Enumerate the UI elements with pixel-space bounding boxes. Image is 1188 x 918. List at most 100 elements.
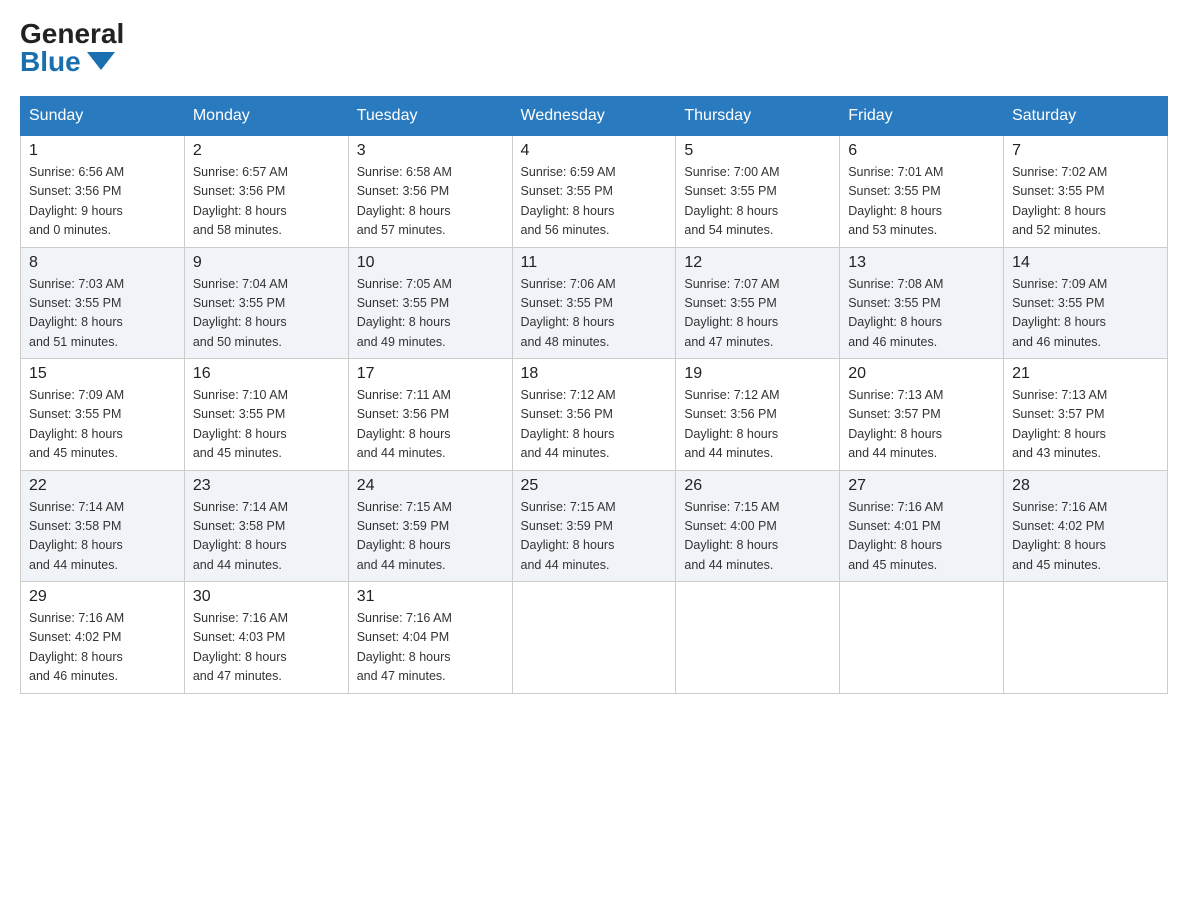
day-info: Sunrise: 7:12 AMSunset: 3:56 PMDaylight:… [684,386,831,464]
calendar-cell: 20Sunrise: 7:13 AMSunset: 3:57 PMDayligh… [840,359,1004,471]
calendar-cell: 8 Sunrise: 7:03 AMSunset: 3:55 PMDaylight… [21,247,185,359]
day-info: Sunrise: 7:16 AMSunset: 4:02 PMDaylight:… [29,609,176,687]
page-header: General Blue [20,20,1168,76]
calendar-week-row: 29 Sunrise: 7:16 AMSunset: 4:02 PMDayligh… [21,582,1168,694]
day-number: 31 [357,588,504,606]
day-info: Sunrise: 7:03 AMSunset: 3:55 PMDaylight:… [29,275,176,353]
calendar-week-row: 15 Sunrise: 7:09 AMSunset: 3:55 PMDayligh… [21,359,1168,471]
day-info: Sunrise: 7:14 AMSunset: 3:58 PMDaylight:… [29,498,176,576]
logo-triangle-icon [87,52,115,70]
calendar-cell: 23Sunrise: 7:14 AMSunset: 3:58 PMDayligh… [184,470,348,582]
day-info: Sunrise: 7:04 AMSunset: 3:55 PMDaylight:… [193,275,340,353]
calendar-cell: 3 Sunrise: 6:58 AMSunset: 3:56 PMDaylight… [348,136,512,248]
day-info: Sunrise: 6:59 AMSunset: 3:55 PMDaylight:… [521,163,668,241]
day-info: Sunrise: 7:13 AMSunset: 3:57 PMDaylight:… [848,386,995,464]
day-info: Sunrise: 7:14 AMSunset: 3:58 PMDaylight:… [193,498,340,576]
calendar-cell: 21Sunrise: 7:13 AMSunset: 3:57 PMDayligh… [1004,359,1168,471]
day-info: Sunrise: 7:00 AMSunset: 3:55 PMDaylight:… [684,163,831,241]
calendar-cell: 24 Sunrise: 7:15 AMSunset: 3:59 PMDayligh… [348,470,512,582]
calendar-cell [840,582,1004,694]
column-header-sunday: Sunday [21,97,185,136]
calendar-cell: 4 Sunrise: 6:59 AMSunset: 3:55 PMDaylight… [512,136,676,248]
calendar-week-row: 1Sunrise: 6:56 AMSunset: 3:56 PMDaylight… [21,136,1168,248]
calendar-cell: 11 Sunrise: 7:06 AMSunset: 3:55 PMDayligh… [512,247,676,359]
column-header-thursday: Thursday [676,97,840,136]
column-header-wednesday: Wednesday [512,97,676,136]
calendar-cell: 19Sunrise: 7:12 AMSunset: 3:56 PMDayligh… [676,359,840,471]
calendar-cell: 27 Sunrise: 7:16 AMSunset: 4:01 PMDayligh… [840,470,1004,582]
day-number: 7 [1012,142,1159,160]
day-number: 11 [521,254,668,272]
day-info: Sunrise: 7:09 AMSunset: 3:55 PMDaylight:… [1012,275,1159,353]
calendar-cell: 14 Sunrise: 7:09 AMSunset: 3:55 PMDayligh… [1004,247,1168,359]
day-info: Sunrise: 7:16 AMSunset: 4:04 PMDaylight:… [357,609,504,687]
day-number: 18 [521,365,668,383]
calendar-cell: 25 Sunrise: 7:15 AMSunset: 3:59 PMDayligh… [512,470,676,582]
calendar-cell: 2 Sunrise: 6:57 AMSunset: 3:56 PMDaylight… [184,136,348,248]
day-info: Sunrise: 7:16 AMSunset: 4:02 PMDaylight:… [1012,498,1159,576]
day-info: Sunrise: 7:01 AMSunset: 3:55 PMDaylight:… [848,163,995,241]
day-info: Sunrise: 7:06 AMSunset: 3:55 PMDaylight:… [521,275,668,353]
calendar-cell [676,582,840,694]
column-header-tuesday: Tuesday [348,97,512,136]
day-number: 2 [193,142,340,160]
calendar-cell: 1Sunrise: 6:56 AMSunset: 3:56 PMDaylight… [21,136,185,248]
day-number: 4 [521,142,668,160]
calendar-week-row: 22 Sunrise: 7:14 AMSunset: 3:58 PMDayligh… [21,470,1168,582]
calendar-cell: 6Sunrise: 7:01 AMSunset: 3:55 PMDaylight… [840,136,1004,248]
day-number: 28 [1012,477,1159,495]
calendar-cell: 7 Sunrise: 7:02 AMSunset: 3:55 PMDaylight… [1004,136,1168,248]
day-number: 26 [684,477,831,495]
day-number: 15 [29,365,176,383]
calendar-cell: 29 Sunrise: 7:16 AMSunset: 4:02 PMDayligh… [21,582,185,694]
day-info: Sunrise: 7:16 AMSunset: 4:03 PMDaylight:… [193,609,340,687]
calendar-cell: 30 Sunrise: 7:16 AMSunset: 4:03 PMDayligh… [184,582,348,694]
calendar-cell: 31 Sunrise: 7:16 AMSunset: 4:04 PMDayligh… [348,582,512,694]
day-info: Sunrise: 7:12 AMSunset: 3:56 PMDaylight:… [521,386,668,464]
logo: General Blue [20,20,124,76]
day-info: Sunrise: 7:13 AMSunset: 3:57 PMDaylight:… [1012,386,1159,464]
column-header-monday: Monday [184,97,348,136]
calendar-cell: 9 Sunrise: 7:04 AMSunset: 3:55 PMDaylight… [184,247,348,359]
day-info: Sunrise: 7:08 AMSunset: 3:55 PMDaylight:… [848,275,995,353]
calendar-cell [1004,582,1168,694]
day-info: Sunrise: 6:58 AMSunset: 3:56 PMDaylight:… [357,163,504,241]
day-number: 8 [29,254,176,272]
day-info: Sunrise: 7:09 AMSunset: 3:55 PMDaylight:… [29,386,176,464]
day-info: Sunrise: 7:05 AMSunset: 3:55 PMDaylight:… [357,275,504,353]
day-number: 25 [521,477,668,495]
calendar-cell: 10 Sunrise: 7:05 AMSunset: 3:55 PMDayligh… [348,247,512,359]
day-number: 12 [684,254,831,272]
day-number: 24 [357,477,504,495]
day-info: Sunrise: 7:10 AMSunset: 3:55 PMDaylight:… [193,386,340,464]
calendar-cell: 12Sunrise: 7:07 AMSunset: 3:55 PMDayligh… [676,247,840,359]
calendar-table: SundayMondayTuesdayWednesdayThursdayFrid… [20,96,1168,694]
calendar-cell: 16 Sunrise: 7:10 AMSunset: 3:55 PMDayligh… [184,359,348,471]
day-number: 22 [29,477,176,495]
day-number: 30 [193,588,340,606]
column-header-saturday: Saturday [1004,97,1168,136]
calendar-week-row: 8 Sunrise: 7:03 AMSunset: 3:55 PMDaylight… [21,247,1168,359]
day-number: 27 [848,477,995,495]
column-header-friday: Friday [840,97,1004,136]
day-number: 9 [193,254,340,272]
day-info: Sunrise: 7:15 AMSunset: 3:59 PMDaylight:… [521,498,668,576]
day-number: 16 [193,365,340,383]
day-number: 14 [1012,254,1159,272]
day-number: 10 [357,254,504,272]
day-info: Sunrise: 7:02 AMSunset: 3:55 PMDaylight:… [1012,163,1159,241]
calendar-cell: 17Sunrise: 7:11 AMSunset: 3:56 PMDayligh… [348,359,512,471]
day-info: Sunrise: 6:57 AMSunset: 3:56 PMDaylight:… [193,163,340,241]
day-number: 29 [29,588,176,606]
calendar-cell: 13Sunrise: 7:08 AMSunset: 3:55 PMDayligh… [840,247,1004,359]
day-number: 5 [684,142,831,160]
calendar-cell: 22 Sunrise: 7:14 AMSunset: 3:58 PMDayligh… [21,470,185,582]
day-info: Sunrise: 7:15 AMSunset: 3:59 PMDaylight:… [357,498,504,576]
calendar-cell [512,582,676,694]
calendar-cell: 26Sunrise: 7:15 AMSunset: 4:00 PMDayligh… [676,470,840,582]
day-info: Sunrise: 7:16 AMSunset: 4:01 PMDaylight:… [848,498,995,576]
day-number: 17 [357,365,504,383]
day-number: 3 [357,142,504,160]
day-number: 1 [29,142,176,160]
calendar-cell: 5 Sunrise: 7:00 AMSunset: 3:55 PMDaylight… [676,136,840,248]
